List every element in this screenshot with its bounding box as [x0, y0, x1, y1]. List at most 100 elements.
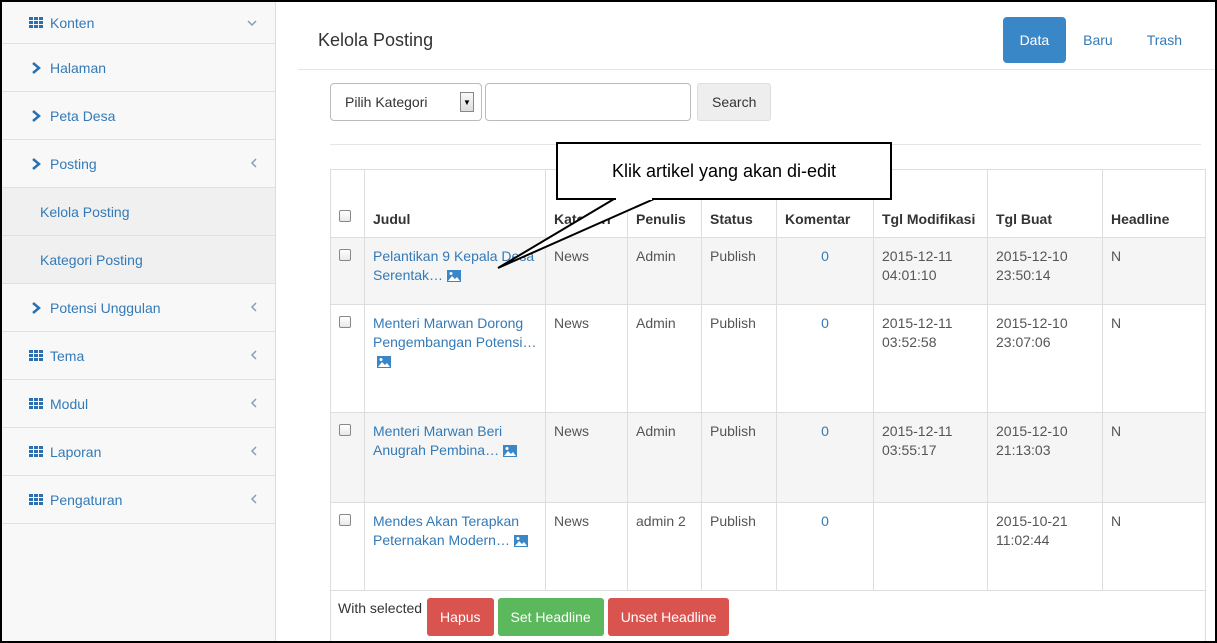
row-select-cell: [330, 502, 365, 591]
row-select-cell: [330, 412, 365, 503]
tab-baru[interactable]: Baru: [1066, 17, 1130, 63]
created-date-cell: 2015-10-21 11:02:44: [987, 502, 1103, 591]
sidebar: Konten Halaman Peta Desa Posting Kelola …: [2, 2, 276, 641]
category-select-value: Pilih Kategori: [345, 94, 428, 110]
chevron-left-icon: [250, 397, 257, 411]
bulk-action-bar: With selected Hapus Set Headline Unset H…: [330, 590, 1206, 641]
sidebar-item-kategori-posting[interactable]: Kategori Posting: [2, 236, 275, 284]
sidebar-item-potensi-unggulan[interactable]: Potensi Unggulan: [2, 284, 275, 332]
modified-date-cell: 2015-12-11 04:01:10: [873, 237, 988, 305]
sidebar-item-pengaturan[interactable]: Pengaturan: [2, 476, 275, 524]
chevron-left-icon: [250, 493, 257, 507]
row-checkbox[interactable]: [339, 316, 351, 328]
category-cell: News: [545, 304, 628, 413]
author-cell: Admin: [627, 237, 702, 305]
col-header-judul[interactable]: Judul: [364, 169, 546, 238]
category-cell: News: [545, 412, 628, 503]
image-icon: [513, 535, 528, 547]
sidebar-item-peta-desa[interactable]: Peta Desa: [2, 92, 275, 140]
status-cell: Publish: [701, 237, 777, 305]
main-content: Kelola Posting Data Baru Trash Pilih Kat…: [298, 2, 1215, 641]
created-date-cell: 2015-12-10 23:50:14: [987, 237, 1103, 305]
headline-cell: N: [1102, 304, 1206, 413]
chevron-left-icon: [250, 445, 257, 459]
table-row: Pelantikan 9 Kepala Desa Serentak… News …: [330, 237, 1206, 305]
category-select[interactable]: Pilih Kategori ▼: [330, 83, 482, 121]
page-title: Kelola Posting: [318, 30, 434, 50]
sidebar-item-konten[interactable]: Konten: [2, 2, 275, 44]
title-cell: Pelantikan 9 Kepala Desa Serentak…: [364, 237, 546, 305]
chevron-left-icon: [250, 301, 257, 315]
header: Kelola Posting Data Baru Trash: [298, 2, 1215, 70]
sidebar-item-label: Potensi Unggulan: [50, 299, 161, 316]
grid-icon: [28, 398, 44, 409]
grid-icon: [28, 17, 44, 28]
status-cell: Publish: [701, 412, 777, 503]
unset-headline-button[interactable]: Unset Headline: [607, 598, 730, 636]
chevron-right-icon: [28, 61, 44, 74]
status-cell: Publish: [701, 502, 777, 591]
sidebar-item-label: Modul: [50, 395, 89, 412]
grid-icon: [28, 494, 44, 505]
modified-date-cell: 2015-12-11 03:55:17: [873, 412, 988, 503]
chevron-right-icon: [28, 301, 44, 314]
comment-count[interactable]: 0: [776, 237, 874, 305]
sidebar-item-label: Konten: [50, 14, 95, 31]
category-cell: News: [545, 502, 628, 591]
headline-cell: N: [1102, 412, 1206, 503]
row-checkbox[interactable]: [339, 424, 351, 436]
hapus-button[interactable]: Hapus: [427, 598, 494, 636]
search-input[interactable]: [485, 83, 691, 121]
posts-table: Judul Kategori Penulis Status Komentar T…: [330, 169, 1206, 591]
row-checkbox[interactable]: [339, 249, 351, 261]
table-row: Menteri Marwan Beri Anugrah Pembina… New…: [330, 412, 1206, 503]
sidebar-item-halaman[interactable]: Halaman: [2, 44, 275, 92]
col-header-tgl-buat[interactable]: Tgl Buat: [987, 169, 1103, 238]
dropdown-arrow-icon: ▼: [460, 92, 474, 112]
author-cell: Admin: [627, 412, 702, 503]
title-cell: Mendes Akan Terapkan Peternakan Modern…: [364, 502, 546, 591]
row-checkbox[interactable]: [339, 514, 351, 526]
search-button[interactable]: Search: [697, 83, 772, 121]
sidebar-item-modul[interactable]: Modul: [2, 380, 275, 428]
sidebar-item-label: Pengaturan: [50, 491, 123, 508]
image-icon: [377, 356, 391, 368]
author-cell: admin 2: [627, 502, 702, 591]
sidebar-item-label: Posting: [50, 155, 97, 172]
col-header-headline[interactable]: Headline: [1102, 169, 1206, 238]
post-title-link[interactable]: Mendes Akan Terapkan Peternakan Modern…: [373, 513, 519, 548]
row-select-cell: [330, 304, 365, 413]
comment-count[interactable]: 0: [776, 304, 874, 413]
title-cell: Menteri Marwan Dorong Pengembangan Poten…: [364, 304, 546, 413]
table-row: Menteri Marwan Dorong Pengembangan Poten…: [330, 304, 1206, 413]
comment-count[interactable]: 0: [776, 502, 874, 591]
image-icon: [447, 270, 462, 282]
tab-trash[interactable]: Trash: [1130, 17, 1199, 63]
image-icon: [503, 445, 518, 457]
created-date-cell: 2015-12-10 21:13:03: [987, 412, 1103, 503]
table-row: Mendes Akan Terapkan Peternakan Modern… …: [330, 502, 1206, 591]
post-title-link[interactable]: Menteri Marwan Dorong Pengembangan Poten…: [373, 315, 536, 350]
modified-date-cell: [873, 502, 988, 591]
chevron-left-icon: [250, 349, 257, 363]
comment-count[interactable]: 0: [776, 412, 874, 503]
tab-data[interactable]: Data: [1002, 17, 1067, 63]
sidebar-item-kelola-posting[interactable]: Kelola Posting: [2, 188, 275, 236]
set-headline-button[interactable]: Set Headline: [497, 598, 604, 636]
sidebar-item-label: Peta Desa: [50, 107, 116, 124]
sidebar-item-laporan[interactable]: Laporan: [2, 428, 275, 476]
sidebar-item-label: Kelola Posting: [40, 203, 130, 220]
sidebar-item-tema[interactable]: Tema: [2, 332, 275, 380]
sidebar-item-label: Halaman: [50, 59, 107, 76]
chevron-down-icon: [247, 16, 257, 30]
chevron-left-icon: [250, 157, 257, 171]
filter-bar: Pilih Kategori ▼ Search: [330, 83, 772, 121]
post-title-link[interactable]: Menteri Marwan Beri Anugrah Pembina…: [373, 423, 502, 458]
sidebar-item-label: Kategori Posting: [40, 251, 143, 268]
view-tabs: Data Baru Trash: [1002, 17, 1199, 63]
grid-icon: [28, 350, 44, 361]
select-all-checkbox[interactable]: [339, 210, 351, 222]
title-cell: Menteri Marwan Beri Anugrah Pembina…: [364, 412, 546, 503]
sidebar-item-posting[interactable]: Posting: [2, 140, 275, 188]
select-all-cell: [330, 169, 365, 238]
